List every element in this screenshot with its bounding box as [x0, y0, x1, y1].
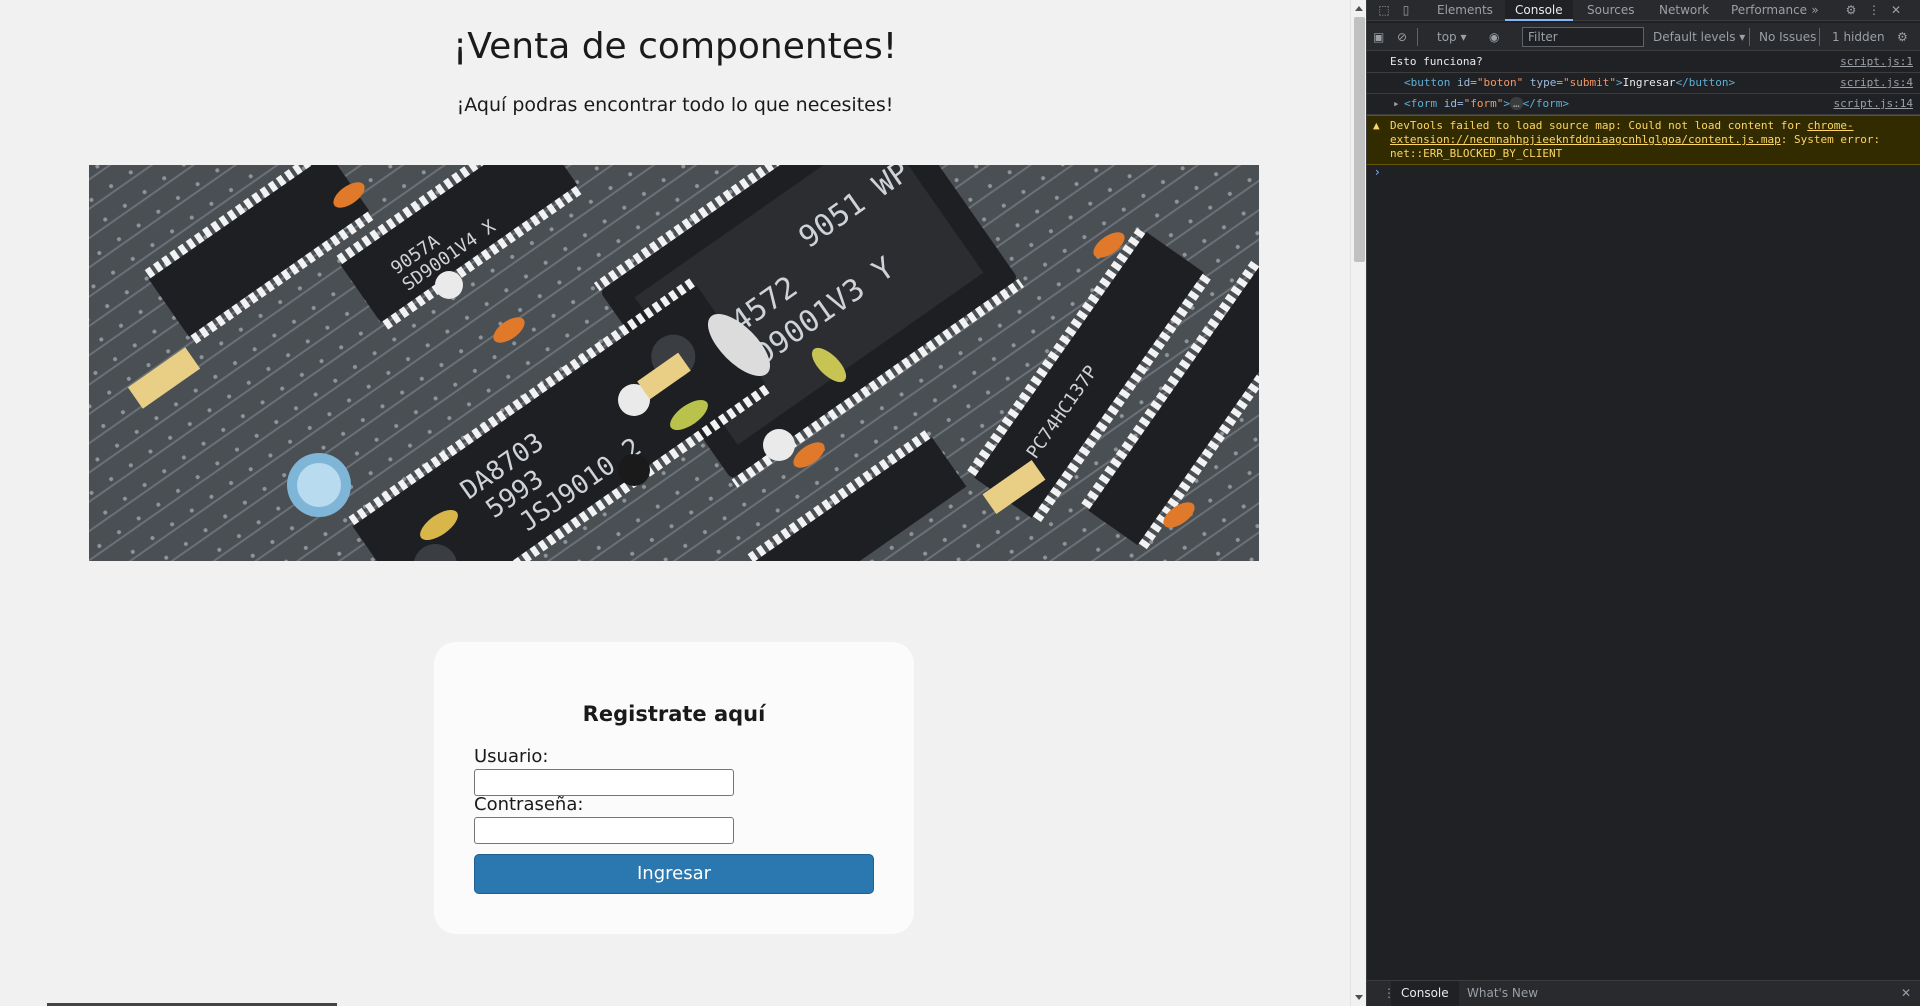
circuit-board-illustration: 9051 WP 104572 DfD9001V3 Y DA8703 5993 J… — [89, 165, 1259, 561]
page-scrollbar[interactable] — [1350, 0, 1367, 1006]
gear-icon[interactable]: ⚙ — [1844, 3, 1858, 17]
tag-bracket: > — [1503, 97, 1510, 110]
html-tag: <form — [1404, 97, 1438, 110]
html-tag: </button> — [1675, 76, 1736, 89]
html-inner-text: Ingresar — [1622, 76, 1676, 89]
password-input[interactable] — [474, 817, 734, 844]
html-attr: id= — [1443, 97, 1464, 110]
chevron-double-right-icon[interactable]: » — [1808, 3, 1822, 17]
html-attr-value: "form" — [1463, 97, 1504, 110]
source-link[interactable]: script.js:1 — [1840, 55, 1913, 69]
issues-button[interactable]: No Issues — [1759, 29, 1816, 45]
drawer-tab-console[interactable]: Console — [1391, 981, 1459, 1006]
eye-icon[interactable]: ◉ — [1489, 29, 1499, 45]
tag-bracket: > — [1615, 76, 1623, 89]
page-subtitle: ¡Aquí podras encontrar todo lo que neces… — [456, 94, 894, 116]
tab-network[interactable]: Network — [1649, 0, 1719, 21]
device-toolbar-icon[interactable]: ▯ — [1399, 3, 1413, 17]
console-log-row: <button id="boton" type="submit">Ingresa… — [1367, 73, 1920, 94]
console-log-row: Esto funciona? script.js:1 — [1367, 52, 1920, 73]
filter-input[interactable]: Filter — [1522, 27, 1644, 47]
warning-icon: ▲ — [1373, 119, 1380, 132]
html-attr-value: "submit" — [1562, 76, 1616, 89]
context-select[interactable]: top ▾ — [1437, 29, 1467, 45]
expand-triangle-icon[interactable]: ▸ — [1393, 97, 1400, 111]
html-attr: id= — [1456, 76, 1477, 89]
scroll-up-arrow-icon[interactable] — [1355, 6, 1363, 11]
prompt-chevron-icon: › — [1375, 165, 1380, 179]
source-link[interactable]: script.js:4 — [1840, 76, 1913, 90]
hidden-count: 1 hidden — [1832, 30, 1885, 44]
page-title: ¡Venta de componentes! — [452, 26, 898, 67]
tab-elements[interactable]: Elements — [1427, 0, 1503, 21]
collapsed-children[interactable]: … — [1510, 97, 1523, 110]
html-attr-value: "boton" — [1476, 76, 1524, 89]
console-settings-gear-icon[interactable]: ⚙ — [1897, 29, 1908, 45]
scrollbar-thumb[interactable] — [1354, 17, 1365, 262]
html-tag: </form> — [1522, 97, 1569, 110]
clear-console-icon[interactable]: ⊘ — [1397, 29, 1407, 45]
tab-performance[interactable]: Performance — [1721, 0, 1817, 21]
web-page: ¡Venta de componentes! ¡Aquí podras enco… — [0, 0, 1350, 1006]
sidebar-toggle-icon[interactable]: ▣ — [1373, 29, 1384, 45]
drawer-close-icon[interactable]: ✕ — [1891, 981, 1920, 1006]
console-prompt[interactable]: › — [1367, 165, 1920, 181]
circuit-board-image: 9051 WP 104572 DfD9001V3 Y DA8703 5993 J… — [89, 165, 1259, 561]
context-value: top — [1437, 30, 1457, 44]
kebab-menu-icon[interactable]: ⋮ — [1867, 3, 1881, 17]
inspect-element-icon[interactable]: ⬚ — [1377, 3, 1391, 17]
submit-button[interactable]: Ingresar — [474, 854, 874, 894]
devtools-panel: ⬚ ▯ Elements Console Sources Network Per… — [1366, 0, 1920, 1006]
toolbar-divider — [1749, 28, 1750, 46]
warning-text: DevTools failed to load source map: Coul… — [1390, 119, 1808, 132]
console-warning-row: ▲ DevTools failed to load source map: Co… — [1367, 115, 1920, 165]
drawer-tab-whats-new[interactable]: What's New — [1457, 981, 1548, 1006]
toolbar-divider — [1417, 28, 1418, 46]
close-icon[interactable]: ✕ — [1889, 3, 1903, 17]
html-attr: type= — [1529, 76, 1563, 89]
console-messages: Esto funciona? script.js:1 <button id="b… — [1367, 52, 1920, 181]
screen: ¡Venta de componentes! ¡Aquí podras enco… — [0, 0, 1920, 1006]
levels-value: Default levels — [1653, 30, 1736, 44]
tab-sources[interactable]: Sources — [1577, 0, 1644, 21]
log-text: Esto funciona? — [1390, 55, 1483, 68]
html-tag: <button — [1404, 76, 1451, 89]
password-label: Contraseña: — [474, 794, 584, 815]
levels-select[interactable]: Default levels ▾ — [1653, 29, 1745, 45]
form-heading: Registrate aquí — [582, 702, 766, 726]
scroll-down-arrow-icon[interactable] — [1355, 995, 1363, 1000]
tab-console[interactable]: Console — [1505, 0, 1573, 21]
console-log-row[interactable]: ▸ <form id="form">… </form> script.js:14 — [1367, 94, 1920, 115]
console-toolbar: ▣ ⊘ top ▾ ◉ Filter Default levels ▾ No I… — [1367, 23, 1920, 51]
devtools-drawer: ⋮ Console What's New ✕ — [1367, 980, 1920, 1006]
username-label: Usuario: — [474, 746, 549, 767]
register-form: Registrate aquí Usuario: Contraseña: Ing… — [434, 642, 914, 934]
devtools-tab-bar: ⬚ ▯ Elements Console Sources Network Per… — [1367, 0, 1920, 21]
username-input[interactable] — [474, 769, 734, 796]
source-link[interactable]: script.js:14 — [1834, 97, 1913, 111]
toolbar-divider — [1819, 28, 1820, 46]
